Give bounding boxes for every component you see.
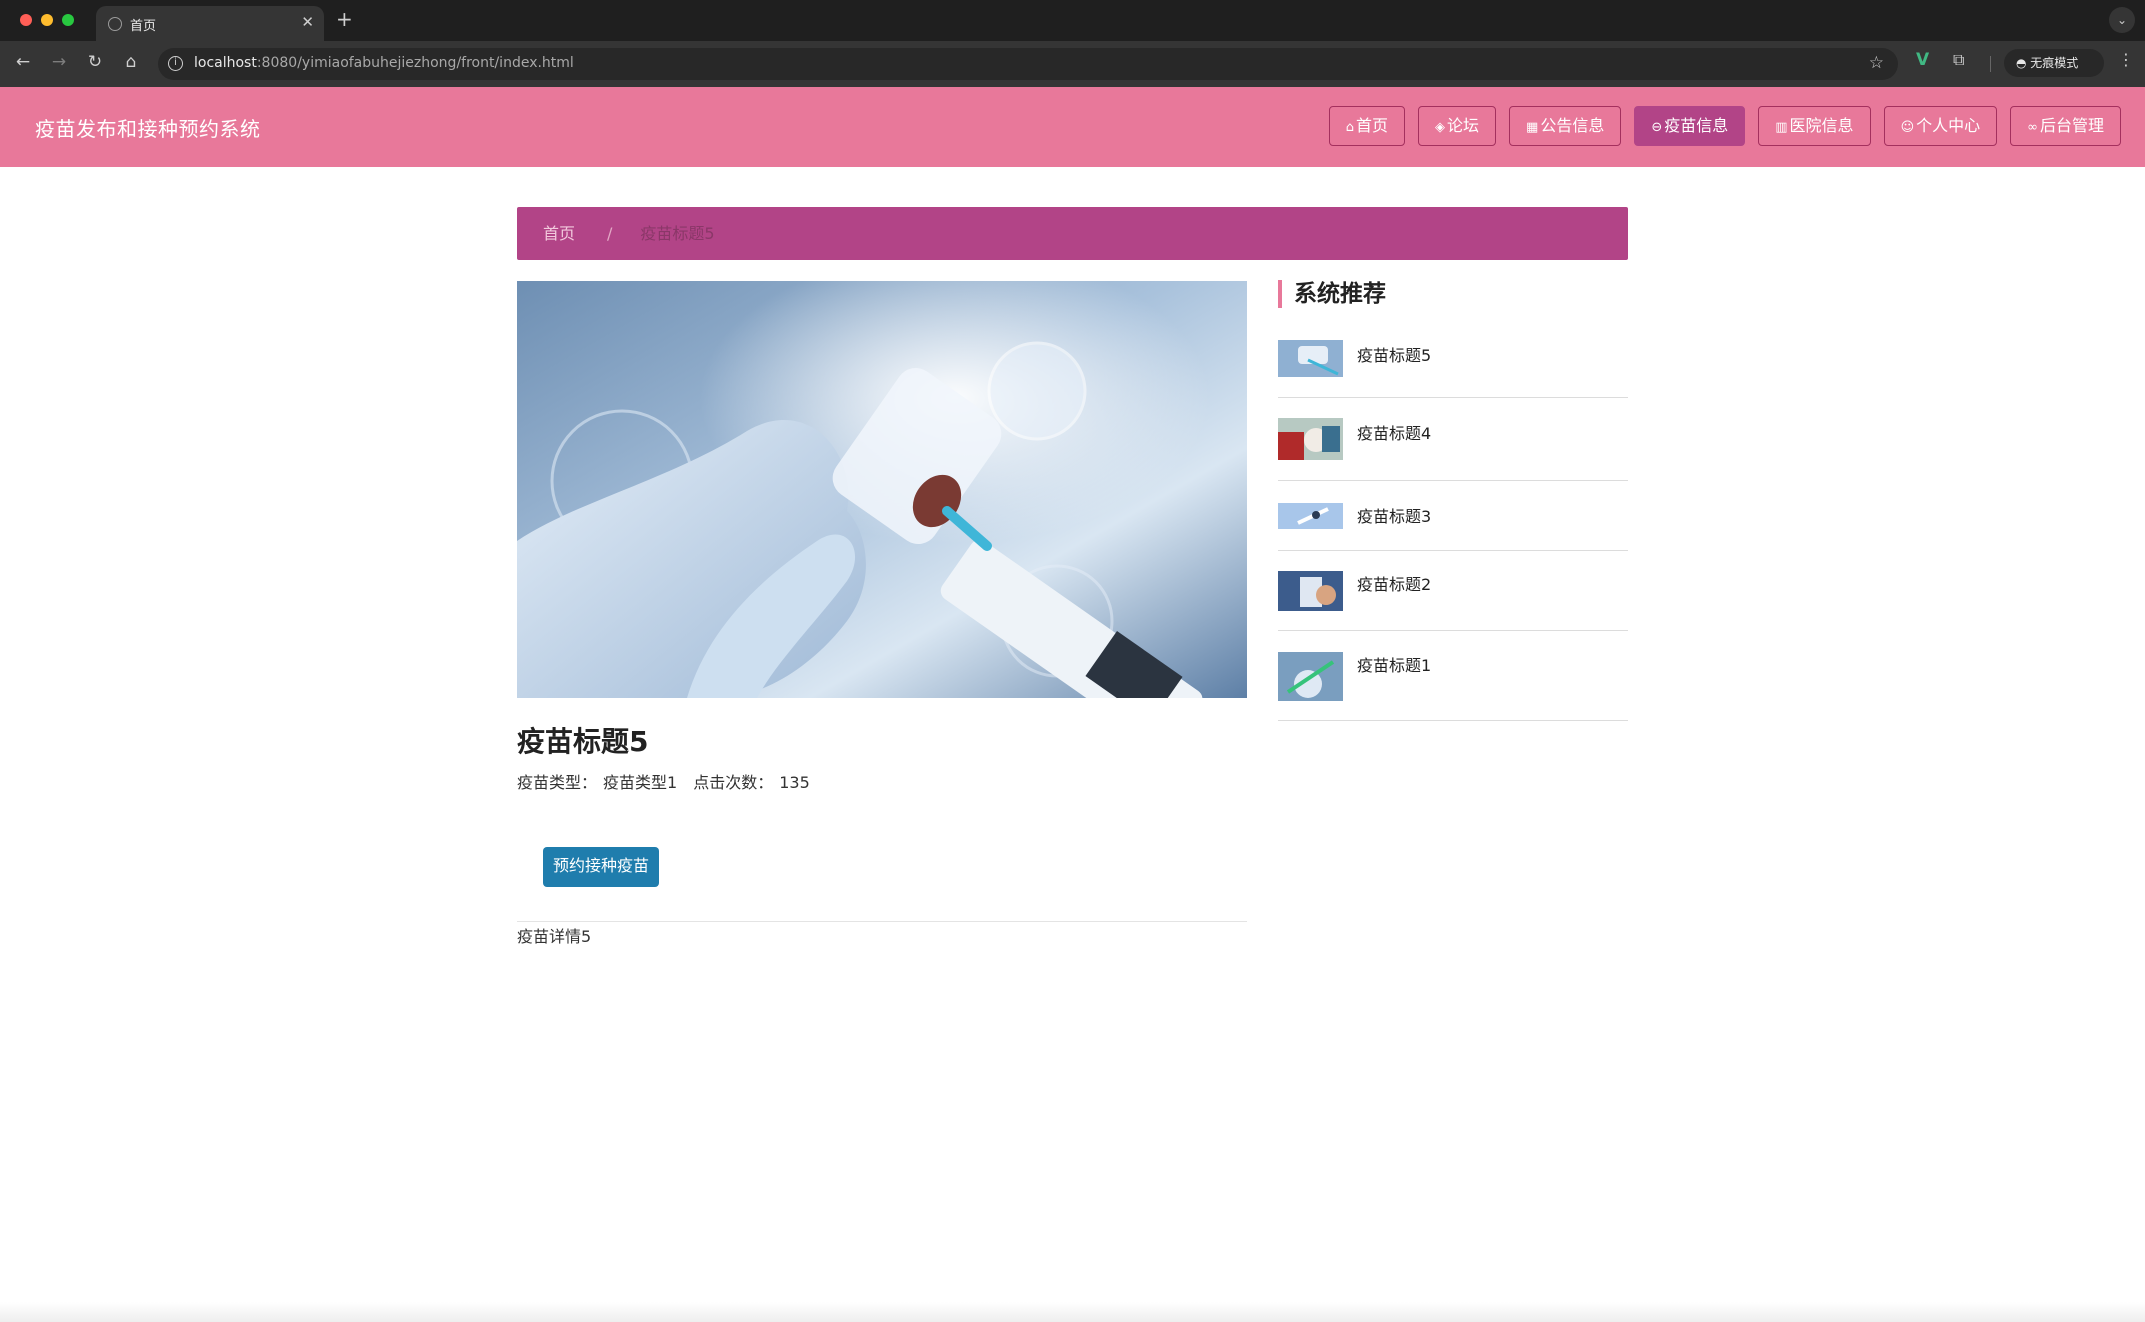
back-icon[interactable]: ←	[12, 52, 34, 72]
main-nav: ⌂ 首页 ◈ 论坛 ▦ 公告信息 ⊖ 疫苗信息 ▥ 医院信息 ☺ 个人中心 ∞ 后台管理	[1328, 106, 2121, 146]
breadcrumb-current: 疫苗标题5	[640, 224, 715, 243]
close-window-button[interactable]	[20, 14, 32, 26]
vue-devtools-icon[interactable]: V	[1916, 50, 1929, 70]
close-tab-icon[interactable]: ✕	[301, 13, 314, 31]
recommend-title[interactable]: 疫苗标题1	[1357, 652, 1431, 676]
url-host: localhost	[194, 55, 257, 71]
url-text[interactable]: localhost:8080/yimiaofabuhejiezhong/fron…	[194, 55, 574, 71]
content-divider	[517, 921, 1247, 922]
nav-label: 医院信息	[1789, 116, 1854, 135]
site-info-icon[interactable]: i	[168, 56, 183, 71]
forward-icon[interactable]: →	[48, 52, 70, 72]
incognito-badge[interactable]: ◓ 无痕模式	[2004, 49, 2104, 77]
nav-notice-button[interactable]: ▦ 公告信息	[1509, 106, 1622, 146]
tab-title: 首页	[130, 19, 157, 34]
recommend-item[interactable]: 疫苗标题1	[1278, 650, 1628, 721]
nav-home-button[interactable]: ⌂ 首页	[1328, 106, 1405, 146]
vaccine-type-value: 疫苗类型1	[603, 773, 678, 792]
layers-icon: ◈	[1435, 120, 1445, 135]
incognito-icon: ◓	[2016, 56, 2031, 70]
recommend-item[interactable]: 疫苗标题4	[1278, 418, 1628, 481]
nav-label: 公告信息	[1540, 116, 1605, 135]
click-count-label: 点击次数：	[693, 773, 774, 792]
chevron-down-icon[interactable]: ⌄	[2109, 7, 2135, 33]
nav-hospital-button[interactable]: ▥ 医院信息	[1758, 106, 1871, 146]
nav-label: 论坛	[1447, 116, 1480, 135]
recommend-thumbnail[interactable]	[1278, 418, 1343, 460]
building-icon: ▥	[1775, 120, 1788, 135]
reload-icon[interactable]: ↻	[84, 52, 106, 72]
toolbar-divider	[1990, 56, 1991, 72]
globe-icon	[108, 17, 122, 31]
breadcrumb-home-link[interactable]: 首页	[543, 224, 575, 243]
site-header: 疫苗发布和接种预约系统 ⌂ 首页 ◈ 论坛 ▦ 公告信息 ⊖ 疫苗信息 ▥ 医院信息 ☺ 个…	[0, 87, 2145, 167]
nav-vaccine-button[interactable]: ⊖ 疫苗信息	[1634, 106, 1746, 146]
browser-toolbar: ← → ↻ ⌂ i localhost:8080/yimiaofabuhejie…	[0, 41, 2145, 87]
incognito-label: 无痕模式	[2030, 56, 2079, 70]
window-bottom-edge	[0, 1302, 2145, 1322]
nav-label: 个人中心	[1916, 116, 1981, 135]
url-path: :8080/yimiaofabuhejiezhong/front/index.h…	[256, 55, 574, 71]
book-vaccination-button[interactable]: 预约接种疫苗	[543, 847, 660, 887]
new-tab-icon[interactable]: +	[336, 7, 353, 31]
minus-circle-icon: ⊖	[1651, 120, 1663, 135]
recommend-item[interactable]: 疫苗标题5	[1278, 340, 1628, 398]
minimize-window-button[interactable]	[41, 14, 53, 26]
extensions-icon[interactable]: ⧉	[1953, 50, 1964, 70]
link-icon: ∞	[2027, 120, 2038, 135]
grid-icon: ▦	[1526, 120, 1539, 135]
vaccine-type-label: 疫苗类型：	[517, 773, 598, 792]
browser-tab[interactable]: 首页 ✕	[96, 6, 324, 41]
nav-profile-button[interactable]: ☺ 个人中心	[1883, 106, 1998, 146]
nav-label: 疫苗信息	[1664, 116, 1729, 135]
recommend-thumbnail[interactable]	[1278, 340, 1343, 377]
recommend-item[interactable]: 疫苗标题2	[1278, 569, 1628, 631]
home-icon: ⌂	[1345, 120, 1354, 135]
recommend-thumbnail[interactable]	[1278, 503, 1343, 529]
nav-label: 首页	[1355, 116, 1388, 135]
click-count-value: 135	[779, 773, 810, 792]
vaccine-title: 疫苗标题5	[517, 725, 649, 758]
recommend-thumbnail[interactable]	[1278, 571, 1343, 611]
nav-admin-button[interactable]: ∞ 后台管理	[2010, 106, 2121, 146]
recommend-heading: 系统推荐	[1278, 280, 1386, 308]
breadcrumb-separator: /	[607, 224, 613, 243]
recommend-thumbnail[interactable]	[1278, 652, 1343, 701]
recommend-item[interactable]: 疫苗标题3	[1278, 501, 1628, 551]
home-icon[interactable]: ⌂	[120, 52, 142, 72]
vaccine-main-image	[517, 281, 1247, 698]
vaccine-meta: 疫苗类型： 疫苗类型1 点击次数： 135	[517, 769, 816, 793]
user-icon: ☺	[1900, 120, 1915, 135]
recommend-title[interactable]: 疫苗标题4	[1357, 420, 1431, 444]
maximize-window-button[interactable]	[62, 14, 74, 26]
address-bar[interactable]: i localhost:8080/yimiaofabuhejiezhong/fr…	[158, 48, 1898, 80]
nav-forum-button[interactable]: ◈ 论坛	[1418, 106, 1497, 146]
vaccine-description: 疫苗详情5	[517, 927, 592, 946]
nav-label: 后台管理	[2039, 116, 2104, 135]
breadcrumb: 首页 / 疫苗标题5	[517, 207, 1628, 260]
more-menu-icon[interactable]: ⋮	[2118, 50, 2134, 69]
bookmark-star-icon[interactable]: ☆	[1869, 53, 1884, 73]
recommend-title[interactable]: 疫苗标题5	[1357, 342, 1431, 366]
recommend-title[interactable]: 疫苗标题3	[1357, 503, 1431, 527]
recommend-title[interactable]: 疫苗标题2	[1357, 571, 1431, 595]
site-title: 疫苗发布和接种预约系统	[35, 117, 261, 141]
browser-tab-bar: 首页 ✕ + ⌄	[0, 0, 2145, 41]
